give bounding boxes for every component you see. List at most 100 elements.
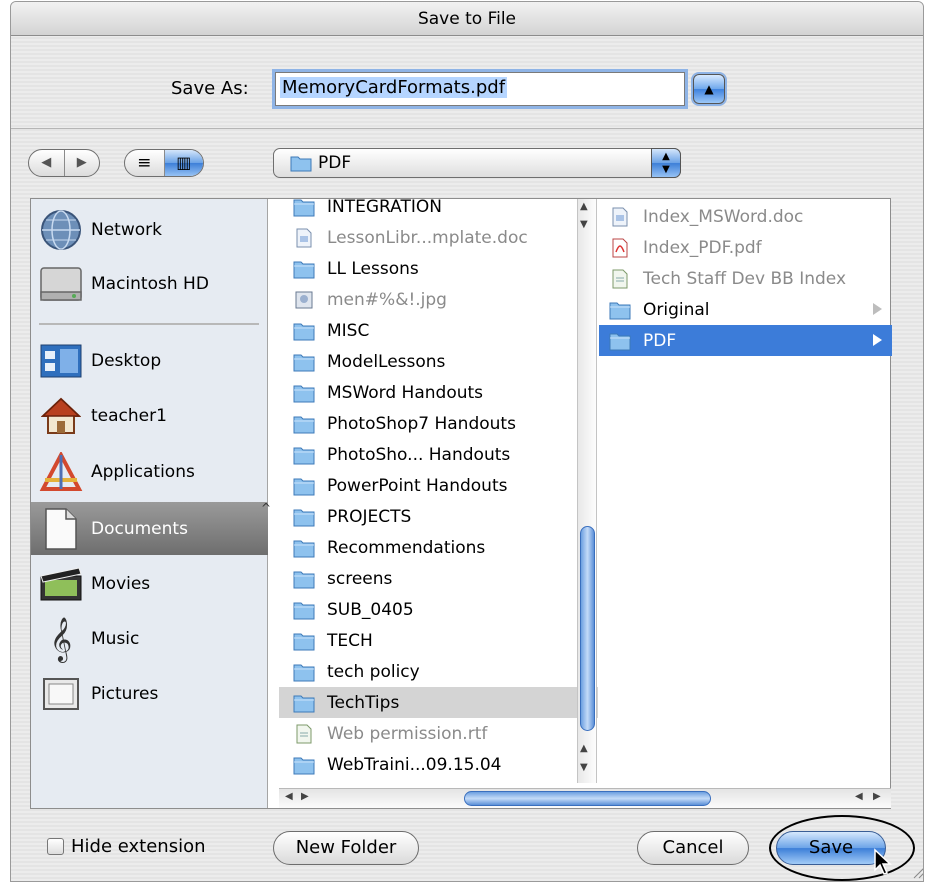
sidebar-item-label: teacher1 <box>91 406 167 426</box>
list-item[interactable]: Recommendations <box>279 532 598 563</box>
text-file-icon <box>293 724 315 744</box>
list-item[interactable]: MSWord Handouts <box>279 377 598 408</box>
sidebar-item-documents[interactable]: Documents <box>31 502 268 555</box>
window-title: Save to File <box>11 2 923 36</box>
scrollbar-thumb[interactable] <box>464 791 711 806</box>
list-item[interactable]: Index_MSWord.doc <box>599 201 892 232</box>
documents-icon <box>37 505 85 553</box>
list-item[interactable]: Tech Staff Dev BB Index <box>599 263 892 294</box>
save-as-value[interactable]: MemoryCardFormats.pdf <box>280 77 508 98</box>
list-item[interactable]: LessonLibr...mplate.doc <box>279 222 598 253</box>
list-item[interactable]: PROJECTS <box>279 501 598 532</box>
folder-icon <box>293 352 315 372</box>
sidebar-item-label: Desktop <box>91 351 162 371</box>
sidebar-item-movies[interactable]: Movies <box>31 559 268 609</box>
disclosure-triangle-icon <box>873 303 882 315</box>
list-item-label: PhotoSho... Handouts <box>327 444 511 465</box>
location-popup[interactable]: PDF ▲ ▼ <box>273 148 681 178</box>
sidebar-item-teacher1[interactable]: teacher1 <box>31 391 268 441</box>
list-item[interactable]: PDF <box>599 325 892 356</box>
sidebar-item-macintosh-hd[interactable]: Macintosh HD <box>31 259 268 309</box>
column-view-button[interactable]: ▥ <box>163 150 203 176</box>
scroll-right-icon[interactable]: ▶ <box>301 791 309 802</box>
disclosure-triangle-icon <box>873 334 882 346</box>
hard-drive-icon <box>37 260 85 308</box>
forward-button[interactable]: ▶ <box>63 150 100 176</box>
sidebar-item-pictures[interactable]: Pictures <box>31 669 268 719</box>
folder-icon <box>293 538 315 558</box>
network-icon <box>37 206 85 254</box>
list-item-label: screens <box>327 568 393 589</box>
list-item-label: TECH <box>327 630 373 651</box>
list-item[interactable]: LL Lessons <box>279 253 598 284</box>
list-item[interactable]: men#%&!.jpg <box>279 284 598 315</box>
list-item-label: Index_MSWord.doc <box>643 206 804 227</box>
list-item-label: WebTraini...09.15.04 <box>327 754 502 775</box>
highlight-circle-annotation <box>769 815 915 881</box>
sidebar-item-music[interactable]: 𝄞 Music <box>31 614 268 664</box>
list-item[interactable]: screens <box>279 563 598 594</box>
folder-icon <box>293 321 315 341</box>
folder-icon <box>290 156 312 172</box>
sidebar-divider <box>39 323 259 325</box>
list-item[interactable]: PowerPoint Handouts <box>279 470 598 501</box>
horizontal-scrollbar[interactable]: ◀ ▶ ◀ ▶ <box>279 788 891 808</box>
text-file-icon <box>609 269 631 289</box>
list-item-label: men#%&!.jpg <box>327 289 447 310</box>
scroll-down-icon[interactable]: ▼ <box>580 219 588 230</box>
list-item[interactable]: WebTraini...09.15.04 <box>279 749 598 780</box>
list-item[interactable]: Original <box>599 294 892 325</box>
folder-icon <box>293 569 315 589</box>
list-item[interactable]: MISC <box>279 315 598 346</box>
new-folder-button[interactable]: New Folder <box>273 831 419 865</box>
scroll-up-icon[interactable]: ▲ <box>580 743 588 754</box>
save-dialog: Save to File Save As: MemoryCardFormats.… <box>10 1 924 882</box>
folder-icon <box>293 383 315 403</box>
sidebar-item-network[interactable]: Network <box>31 205 268 255</box>
folder-icon <box>609 300 631 320</box>
list-item-label: PowerPoint Handouts <box>327 475 508 496</box>
list-item-label: Tech Staff Dev BB Index <box>643 268 847 289</box>
scrollbar-thumb[interactable] <box>580 526 595 731</box>
list-item-label: tech policy <box>327 661 420 682</box>
list-item[interactable]: PhotoSho... Handouts <box>279 439 598 470</box>
sidebar-item-label: Documents <box>91 518 188 539</box>
list-item[interactable]: ModelLessons <box>279 346 598 377</box>
list-item[interactable]: Web permission.rtf <box>279 718 598 749</box>
scroll-up-icon[interactable]: ▲ <box>580 201 588 212</box>
cancel-button[interactable]: Cancel <box>637 831 749 865</box>
folder-icon <box>609 331 631 351</box>
list-item-label: LessonLibr...mplate.doc <box>327 227 528 248</box>
pdf-icon <box>609 238 631 258</box>
applications-icon <box>37 448 85 496</box>
sidebar-item-label: Applications <box>91 462 195 482</box>
column-scrollbar[interactable]: ▲ ▼ ▲ ▼ <box>577 199 597 783</box>
scroll-down-icon[interactable]: ▼ <box>580 762 588 773</box>
list-item[interactable]: INTEGRATION <box>279 199 598 222</box>
list-item[interactable]: Index_PDF.pdf <box>599 232 892 263</box>
folder-icon <box>293 693 315 713</box>
list-item[interactable]: TechTips <box>279 687 598 718</box>
list-item[interactable]: tech policy <box>279 656 598 687</box>
sidebar-item-applications[interactable]: Applications <box>31 447 268 497</box>
scroll-right-icon[interactable]: ▶ <box>873 791 881 802</box>
list-item-label: MISC <box>327 320 370 341</box>
resize-grip-icon[interactable] <box>910 863 924 879</box>
list-item[interactable]: PhotoShop7 Handouts <box>279 408 598 439</box>
list-item-label: Web permission.rtf <box>327 723 488 744</box>
back-button[interactable]: ◀ <box>29 150 64 176</box>
list-item[interactable]: TECH <box>279 625 598 656</box>
document-icon <box>293 228 315 248</box>
sidebar-item-desktop[interactable]: Desktop <box>31 336 268 386</box>
save-as-input[interactable]: MemoryCardFormats.pdf <box>275 72 685 106</box>
hide-extension-checkbox[interactable] <box>47 838 64 855</box>
sidebar-resize-handle[interactable]: ^ <box>261 501 271 515</box>
scroll-left-icon[interactable]: ◀ <box>285 791 293 802</box>
scroll-left-icon[interactable]: ◀ <box>855 791 863 802</box>
list-view-button[interactable]: ≡ <box>125 150 164 176</box>
list-item[interactable]: SUB_0405 <box>279 594 598 625</box>
hide-extension-label[interactable]: Hide extension <box>71 836 206 857</box>
collapse-dialog-button[interactable]: ▲ <box>693 74 725 104</box>
sidebar-item-label: Pictures <box>91 684 159 704</box>
list-item-label: MSWord Handouts <box>327 382 484 403</box>
